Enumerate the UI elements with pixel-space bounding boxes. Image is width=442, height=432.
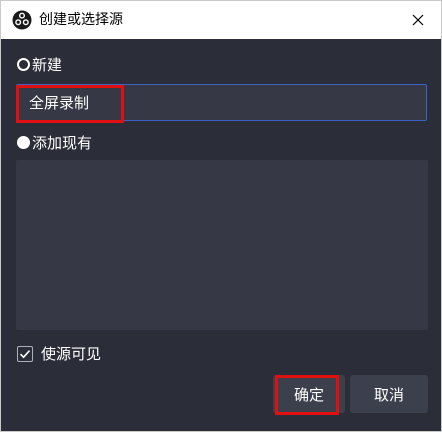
radio-add-existing[interactable]: 添加现有 — [17, 132, 92, 153]
window-title: 创建或选择源 — [39, 12, 123, 28]
radio-create-new-label: 新建 — [32, 56, 63, 74]
dialog-content: 新建 全屏录制 添加现有 使源可见 确定 取消 — [1, 39, 441, 431]
ok-button-label: 确定 — [293, 385, 324, 404]
ok-button[interactable]: 确定 — [273, 375, 345, 413]
radio-indicator — [17, 136, 30, 149]
obs-logo-icon — [12, 10, 32, 30]
cancel-button[interactable]: 取消 — [350, 375, 428, 413]
make-visible-checkbox[interactable] — [17, 345, 33, 362]
make-visible-checkbox-row[interactable]: 使源可见 — [17, 343, 101, 364]
title-bar: 创建或选择源 — [1, 1, 441, 39]
existing-sources-list[interactable] — [16, 160, 428, 330]
checkmark-icon — [19, 349, 31, 358]
radio-indicator — [17, 58, 30, 71]
cancel-button-label: 取消 — [373, 385, 404, 404]
close-button[interactable] — [395, 1, 441, 39]
close-icon — [412, 11, 424, 30]
source-name-value: 全屏录制 — [29, 94, 90, 112]
radio-add-existing-label: 添加现有 — [32, 134, 93, 152]
make-visible-label: 使源可见 — [41, 345, 102, 363]
radio-create-new[interactable]: 新建 — [17, 54, 62, 75]
create-select-source-dialog: 创建或选择源 新建 全屏录制 添加现有 使源可见 确定 取消 — [0, 0, 442, 432]
source-name-input[interactable]: 全屏录制 — [16, 84, 427, 121]
